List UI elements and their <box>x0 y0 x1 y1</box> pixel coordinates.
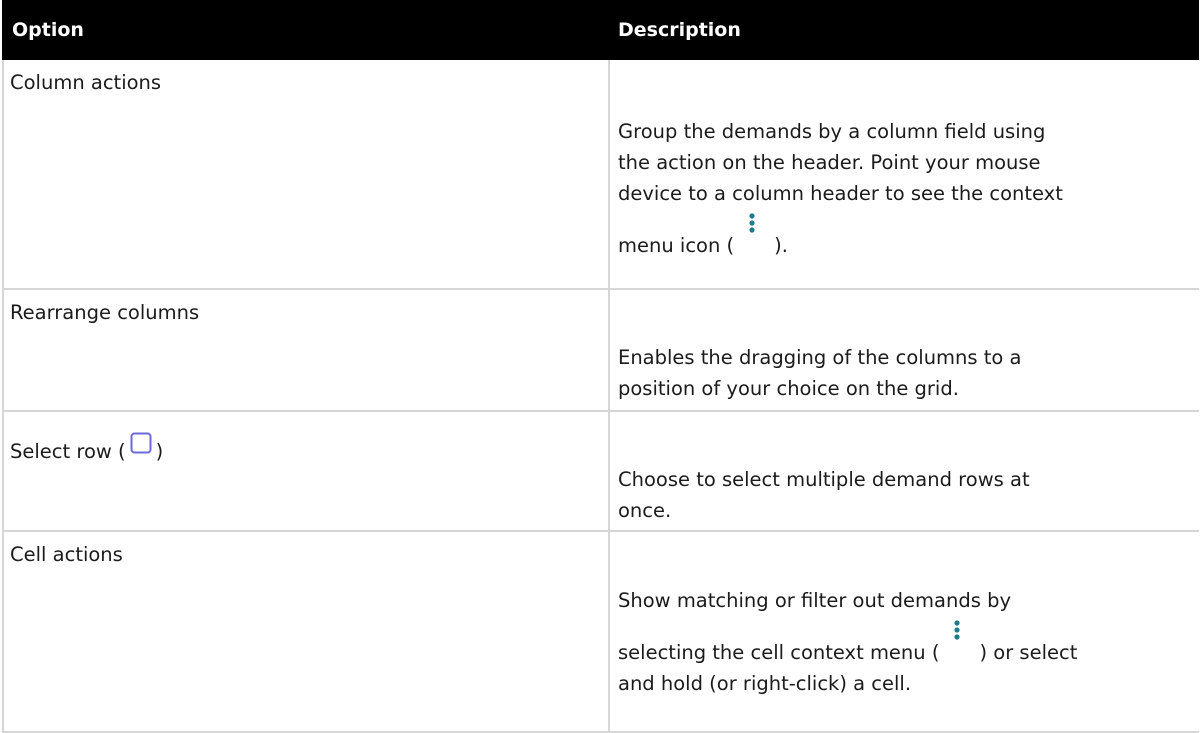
description-text: ) or select <box>979 641 1078 664</box>
description-line: once. <box>618 499 672 522</box>
description-cell: Show matching or filter out demands by s… <box>610 532 1199 731</box>
description-line: device to a column header to see the con… <box>618 182 1063 205</box>
description-text: menu icon ( <box>618 234 735 257</box>
kebab-menu-icon <box>734 212 774 257</box>
checkbox-icon <box>130 432 152 463</box>
description-line: Enables the dragging of the columns to a <box>618 346 1022 369</box>
description-line: Choose to select multiple demand rows at <box>618 468 1030 491</box>
description-cell: Group the demands by a column field usin… <box>610 60 1199 288</box>
description-line: menu icon (). <box>618 212 1199 261</box>
table-row: Rearrange columns Enables the dragging o… <box>2 290 1199 412</box>
option-text: Select row ( <box>10 440 126 463</box>
table-row: Column actions Group the demands by a co… <box>2 60 1199 290</box>
description-text: ). <box>774 234 788 257</box>
options-table: Option Description Column actions Group … <box>2 0 1199 733</box>
description-line: and hold (or right-click) a cell. <box>618 672 912 695</box>
description-cell: Choose to select multiple demand rows at… <box>610 412 1199 530</box>
table-row: Select row () Choose to select multiple … <box>2 412 1199 532</box>
description-text: selecting the cell context menu ( <box>618 641 940 664</box>
option-text: ) <box>155 440 164 463</box>
description-line: the action on the header. Point your mou… <box>618 151 1041 174</box>
description-line: position of your choice on the grid. <box>618 377 959 400</box>
option-cell: Cell actions <box>2 532 610 731</box>
option-cell: Rearrange columns <box>2 290 610 410</box>
header-option: Option <box>12 19 84 41</box>
description-line: Group the demands by a column field usin… <box>618 120 1046 143</box>
kebab-menu-icon <box>939 619 979 664</box>
table-header: Option Description <box>2 0 1199 60</box>
description-line: selecting the cell context menu ( ) or se… <box>618 619 1199 668</box>
table-row: Cell actions Show matching or filter out… <box>2 532 1199 733</box>
description-line: Show matching or filter out demands by <box>618 589 1012 612</box>
description-cell: Enables the dragging of the columns to a… <box>610 290 1199 410</box>
header-description: Description <box>618 19 741 41</box>
option-cell: Select row () <box>2 412 610 530</box>
option-cell: Column actions <box>2 60 610 288</box>
